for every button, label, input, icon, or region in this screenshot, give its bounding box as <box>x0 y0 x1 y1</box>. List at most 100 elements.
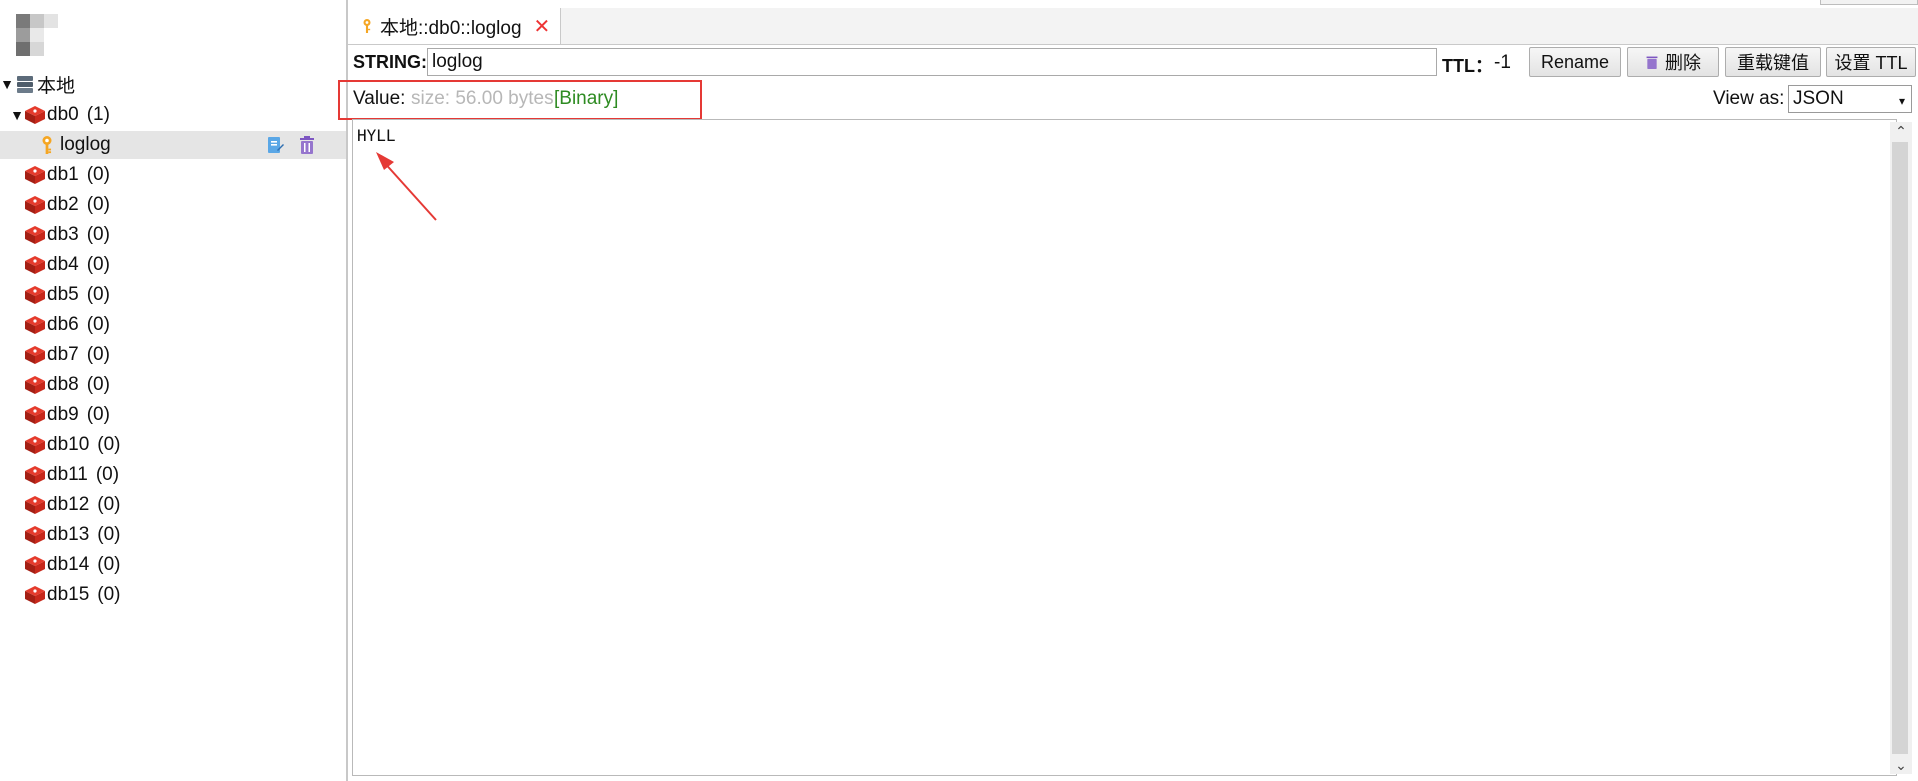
db-key-count: (0) <box>97 524 121 545</box>
db-key-count: (0) <box>86 344 110 365</box>
set-ttl-button[interactable]: 设置 TTL <box>1826 47 1916 77</box>
tree-root-connection[interactable]: ▼ 本地 <box>0 70 346 98</box>
close-icon[interactable]: ✕ <box>534 14 551 39</box>
tree-item-db4[interactable]: db4 (0) <box>0 251 346 279</box>
db-key-count: (0) <box>95 464 120 485</box>
scroll-down-icon[interactable]: ⌄ <box>1890 756 1912 774</box>
db-label: db6 <box>47 314 79 335</box>
redis-cube-icon <box>25 496 45 514</box>
redis-cube-icon <box>25 436 45 454</box>
rename-button[interactable]: Rename <box>1529 47 1621 77</box>
redis-cube-icon <box>25 316 45 334</box>
db-label: db3 <box>47 224 79 245</box>
value-toolbar: Value: size: 56.00 bytes [Binary] View a… <box>338 80 1918 120</box>
value-label: Value: <box>353 88 406 109</box>
db-label: db8 <box>47 374 79 395</box>
tab-key-loglog[interactable]: 本地::db0::loglog ✕ <box>348 8 562 44</box>
db-key-count: (0) <box>86 254 110 275</box>
tree-item-db6[interactable]: db6 (0) <box>0 311 346 339</box>
tree-root-label: 本地 <box>37 75 76 97</box>
db-label: db13 <box>47 524 90 545</box>
db-label: db2 <box>47 194 79 215</box>
vertical-scrollbar[interactable]: ⌃ ⌄ <box>1890 122 1912 774</box>
toolbar-button-remnant[interactable] <box>1820 0 1918 5</box>
db-label: db7 <box>47 344 79 365</box>
ttl-label: TTL： <box>1442 56 1493 76</box>
db-label: db10 <box>47 434 90 455</box>
connection-tree-panel: ▼ 本地 ▼ db0 (1) loglog db1 (0) db2 (0) db… <box>0 0 348 781</box>
tree-item-db14[interactable]: db14 (0) <box>0 551 346 579</box>
redis-cube-icon <box>25 406 45 424</box>
delete-button-label: 删除 <box>1665 53 1701 73</box>
tab-title: 本地::db0::loglog <box>380 17 522 39</box>
db-key-count: (0) <box>86 314 110 335</box>
db-label: db5 <box>47 284 79 305</box>
tree-item-db9[interactable]: db9 (0) <box>0 401 346 429</box>
redis-cube-icon <box>25 376 45 394</box>
db-key-count: (0) <box>86 404 110 425</box>
redis-cube-icon <box>25 346 45 364</box>
key-icon <box>363 19 371 33</box>
db-key-count: (0) <box>97 584 121 605</box>
collapse-arrow-icon[interactable]: ▼ <box>10 107 24 123</box>
db-key-count: (0) <box>86 374 110 395</box>
tree-item-db7[interactable]: db7 (0) <box>0 341 346 369</box>
redis-cube-icon <box>25 106 45 124</box>
trash-icon <box>1646 56 1658 69</box>
tree-item-db11[interactable]: db11 (0) <box>0 461 346 489</box>
scroll-up-icon[interactable]: ⌃ <box>1890 122 1912 140</box>
view-as-select[interactable]: JSON ▾ <box>1788 85 1912 113</box>
redis-cube-icon <box>25 256 45 274</box>
db-key-count: (1) <box>86 104 110 125</box>
scrollbar-thumb[interactable] <box>1892 142 1908 754</box>
key-type-label: STRING: <box>353 52 427 72</box>
db-key-count: (0) <box>86 194 110 215</box>
key-toolbar: STRING: loglog TTL： -1 Rename 删除 重载键值 设置… <box>348 46 1918 80</box>
redis-cube-icon <box>25 286 45 304</box>
redis-cube-icon <box>25 166 45 184</box>
db-key-count: (0) <box>97 494 121 515</box>
tree-item-db10[interactable]: db10 (0) <box>0 431 346 459</box>
redis-cube-icon <box>25 466 45 484</box>
tree-item-db3[interactable]: db3 (0) <box>0 221 346 249</box>
delete-button[interactable]: 删除 <box>1627 47 1719 77</box>
db-key-count: (0) <box>86 164 110 185</box>
key-name-input[interactable]: loglog <box>427 48 1437 76</box>
db-label: db9 <box>47 404 79 425</box>
db-key-count: (0) <box>86 284 110 305</box>
tree-item-key-loglog[interactable]: loglog <box>0 131 346 159</box>
chevron-down-icon: ▾ <box>1898 94 1905 108</box>
tree-item-db0[interactable]: ▼ db0 (1) <box>0 101 346 129</box>
redis-cube-icon <box>25 586 45 604</box>
tree-item-db1[interactable]: db1 (0) <box>0 161 346 189</box>
tree-item-db8[interactable]: db8 (0) <box>0 371 346 399</box>
tree-item-db13[interactable]: db13 (0) <box>0 521 346 549</box>
db-label: db11 <box>47 464 88 485</box>
tree-item-db15[interactable]: db15 (0) <box>0 581 346 609</box>
tree-item-db12[interactable]: db12 (0) <box>0 491 346 519</box>
value-editor[interactable]: HYLL <box>352 119 1897 776</box>
key-icon <box>42 136 52 154</box>
db-key-count: (0) <box>86 224 110 245</box>
tree-item-db5[interactable]: db5 (0) <box>0 281 346 309</box>
db-label: db4 <box>47 254 79 275</box>
db-label: db1 <box>47 164 79 185</box>
trash-icon[interactable] <box>298 135 316 155</box>
collapse-arrow-icon[interactable]: ▼ <box>0 76 14 92</box>
db-key-count: (0) <box>97 434 121 455</box>
tree-item-db2[interactable]: db2 (0) <box>0 191 346 219</box>
edit-key-icon[interactable] <box>266 135 284 155</box>
view-as-label: View as: <box>1713 88 1785 109</box>
key-label: loglog <box>60 134 111 155</box>
value-text: HYLL <box>357 126 396 145</box>
reload-value-button[interactable]: 重载键值 <box>1725 47 1821 77</box>
view-as-value: JSON <box>1793 88 1844 109</box>
db-label: db15 <box>47 584 90 605</box>
avatar-pixel-icon <box>12 10 74 66</box>
db-key-count: (0) <box>97 554 121 575</box>
binary-badge: [Binary] <box>554 88 619 109</box>
ttl-value: -1 <box>1494 52 1511 73</box>
server-stack-icon <box>17 76 33 93</box>
tab-bar: 本地::db0::loglog ✕ <box>348 8 1918 45</box>
db-label: db12 <box>47 494 90 515</box>
